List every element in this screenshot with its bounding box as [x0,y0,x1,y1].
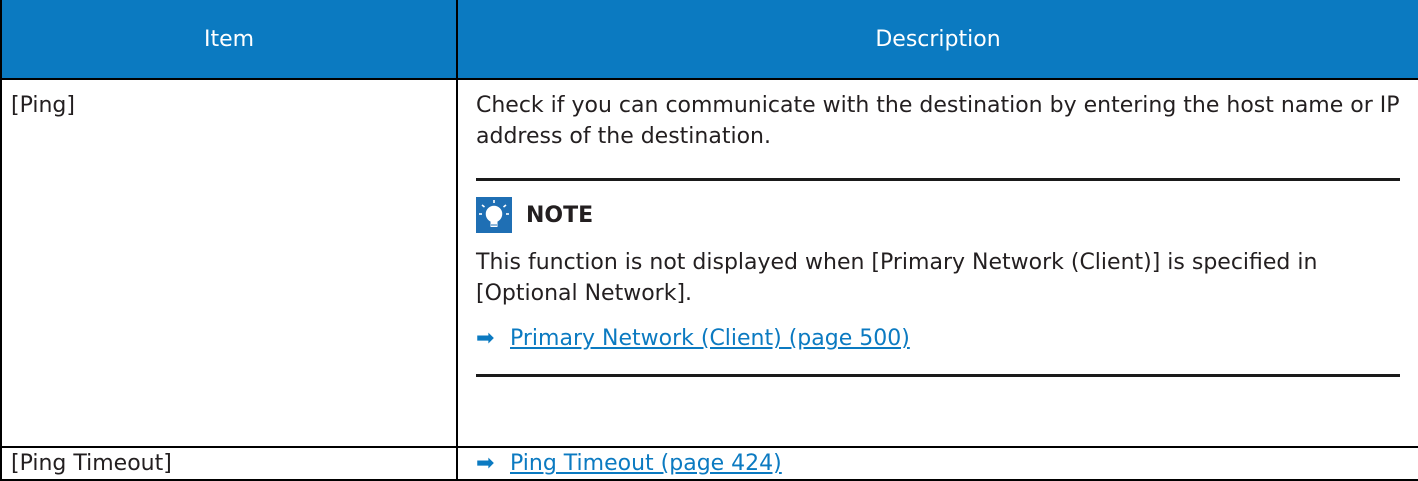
primary-network-link[interactable]: Primary Network (Client) (page 500) [510,323,910,354]
arrow-right-icon: ➡ [476,451,495,476]
item-cell: [Ping] [0,78,458,448]
table-header-row: Item Description [0,0,1418,79]
description-text: Check if you can communicate with the de… [476,93,1400,149]
link-line: ➡ Ping Timeout (page 424) [476,448,1400,479]
item-cell: [Ping Timeout] [0,446,458,481]
note-title: NOTE [526,202,594,228]
table-row-ping: [Ping] Check if you can communicate with… [0,78,1418,448]
description-cell: Check if you can communicate with the de… [456,78,1418,448]
arrow-right-icon: ➡ [476,326,495,351]
note-header: NOTE [476,193,1400,237]
lightbulb-icon [476,197,512,233]
note-text: This function is not displayed when [Pri… [476,250,1318,306]
settings-table: Item Description [Ping] Check if you can… [0,0,1418,481]
description-cell: ➡ Ping Timeout (page 424) [456,446,1418,481]
header-description: Description [456,0,1418,79]
header-item: Item [0,0,458,79]
note-link-line: ➡ Primary Network (Client) (page 500) [476,323,1400,354]
table-row-ping-timeout: [Ping Timeout] ➡ Ping Timeout (page 424) [0,446,1418,481]
ping-timeout-link[interactable]: Ping Timeout (page 424) [510,448,782,479]
note-box: NOTE This function is not displayed when… [476,178,1400,377]
